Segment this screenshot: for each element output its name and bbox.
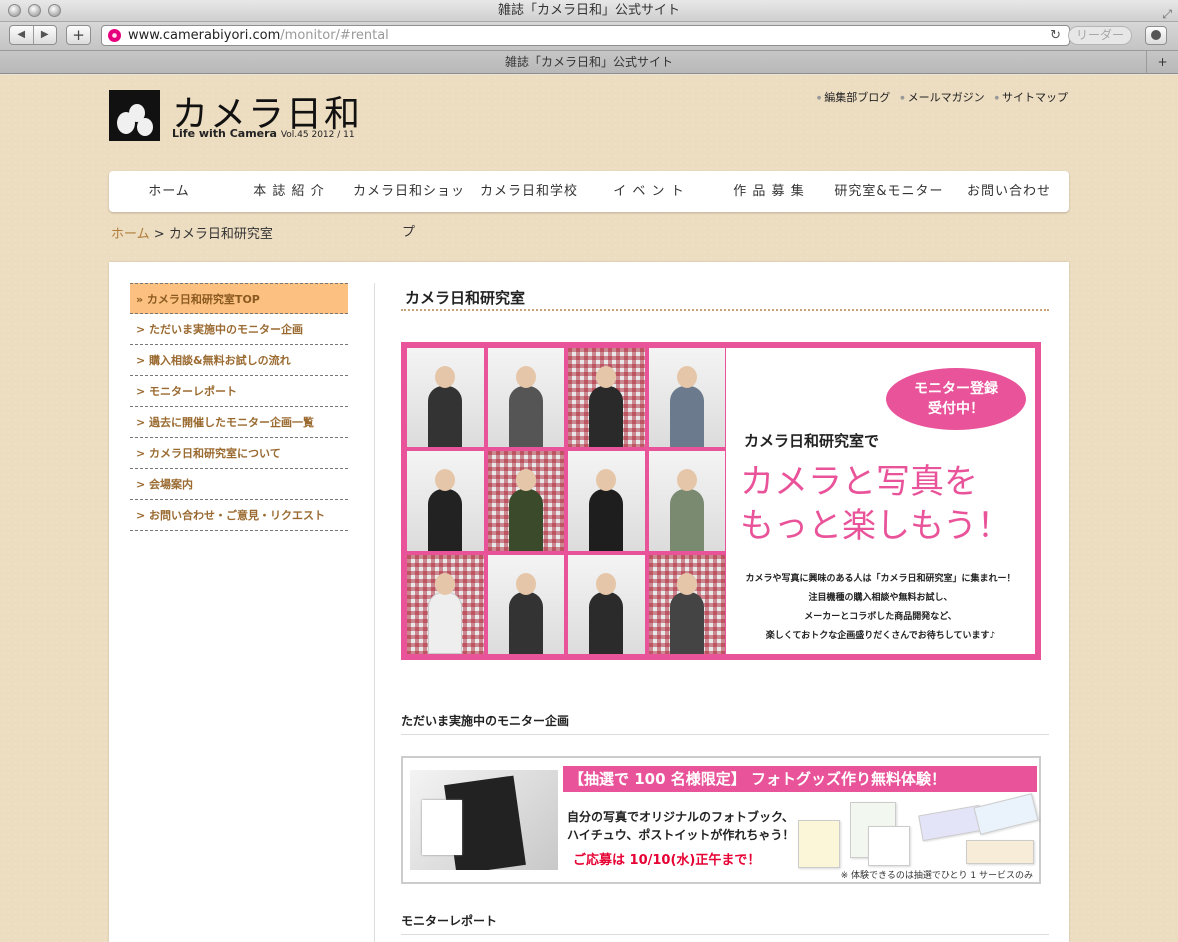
page-title: カメラ日和研究室: [405, 289, 526, 307]
back-button[interactable]: ◀: [10, 26, 34, 44]
monitor-campaign-banner[interactable]: 【抽選で 100 名様限定】 フォトグッズ作り無料体験！ 自分の写真でオリジナル…: [401, 756, 1041, 884]
breadcrumb-separator: >: [153, 227, 165, 242]
photo-tile: [648, 451, 725, 551]
photo-tile: [407, 451, 484, 551]
nav-event[interactable]: イ ベ ン ト: [589, 171, 709, 212]
breadcrumb-home[interactable]: ホーム: [111, 227, 150, 242]
photo-tile: [648, 554, 725, 654]
nav-shop[interactable]: カメラ日和ショップ: [349, 171, 469, 240]
section-title-monitor-report: モニターレポート: [401, 914, 498, 928]
site-favicon-icon: [108, 29, 121, 42]
monitor-registration-badge: モニター登録 受付中！: [886, 368, 1026, 430]
reload-icon[interactable]: ↻: [1050, 26, 1061, 45]
banner-note: ※ 体験できるのは抽選でひとり 1 サービスのみ: [840, 871, 1033, 881]
side-item-venue[interactable]: > 会場案内: [130, 469, 348, 500]
nav-home[interactable]: ホーム: [109, 171, 229, 212]
photo-tile: [568, 348, 645, 448]
address-bar[interactable]: www.camerabiyori.com/monitor/#rental ↻: [101, 25, 1070, 46]
url-host: www.camerabiyori.com: [128, 28, 281, 43]
side-item-current-monitor[interactable]: > ただいま実施中のモニター企画: [130, 314, 348, 345]
photo-grid: [407, 348, 725, 654]
close-window-button[interactable]: [8, 4, 21, 17]
hero-headline: カメラと写真を もっと楽しもう！: [740, 462, 1011, 546]
top-links: 編集部ブログ メールマガジン サイトマップ: [817, 89, 1068, 105]
top-link-blog[interactable]: 編集部ブログ: [817, 89, 890, 105]
banner-text-line2: ハイチュウ、ポストイットが作れちゃう！: [567, 828, 795, 842]
hero-banner[interactable]: モニター登録 受付中！ カメラ日和研究室で カメラと写真を もっと楽しもう！ カメラ…: [401, 342, 1041, 660]
url-path: /monitor/#rental: [280, 28, 389, 43]
window-title: 雑誌「カメラ日和」公式サイト: [497, 3, 680, 18]
photo-tile: [487, 554, 564, 654]
photo-tile: [407, 554, 484, 654]
photo-tile: [568, 451, 645, 551]
photo-tile: [487, 348, 564, 448]
title-rule: [401, 309, 1049, 311]
photo-tile: [487, 451, 564, 551]
reader-button[interactable]: リーダー: [1068, 26, 1132, 45]
photo-tile: [407, 348, 484, 448]
minimize-window-button[interactable]: [28, 4, 41, 17]
back-forward-buttons: ◀ ▶: [9, 25, 57, 45]
content-panel: » カメラ日和研究室TOP > ただいま実施中のモニター企画 > 購入相談&無料…: [109, 262, 1069, 942]
logo-image[interactable]: [109, 90, 160, 141]
site-logo-subtitle: Life with Camera Vol.45 2012 / 11: [172, 127, 355, 140]
section-rule: [401, 734, 1049, 735]
side-menu: » カメラ日和研究室TOP > ただいま実施中のモニター企画 > 購入相談&無料…: [130, 283, 348, 531]
hero-subtitle: カメラ日和研究室で: [744, 432, 880, 450]
web-page: カメラ日和 Life with Camera Vol.45 2012 / 11 …: [0, 75, 1178, 942]
photo-tile: [648, 348, 725, 448]
side-item-contact[interactable]: > お問い合わせ・ご意見・リクエスト: [130, 500, 348, 531]
column-divider: [374, 283, 375, 942]
section-title-current-monitor: ただいま実施中のモニター企画: [401, 714, 570, 728]
banner-deadline: ご応募は 10/10(水)正午まで！: [573, 853, 761, 868]
top-link-sitemap[interactable]: サイトマップ: [995, 89, 1068, 105]
new-tab-icon[interactable]: +: [1146, 51, 1178, 74]
top-link-mailmagazine[interactable]: メールマガジン: [900, 89, 985, 105]
hero-description: カメラや写真に興味のある人は「カメラ日和研究室」に集まれー！ 注目機種の購入相談…: [745, 574, 1016, 641]
add-bookmark-button[interactable]: +: [66, 25, 91, 45]
nav-lab-monitor[interactable]: 研究室&モニター: [829, 171, 949, 212]
hero-text-panel: モニター登録 受付中！ カメラ日和研究室で カメラと写真を もっと楽しもう！ カメラ…: [726, 348, 1035, 654]
nav-contact[interactable]: お問い合わせ: [949, 171, 1069, 212]
photo-goods-image: [798, 793, 1039, 870]
side-item-about-lab[interactable]: > カメラ日和研究室について: [130, 438, 348, 469]
side-item-monitor-report[interactable]: > モニターレポート: [130, 376, 348, 407]
side-item-purchase-flow[interactable]: > 購入相談&無料お試しの流れ: [130, 345, 348, 376]
photo-tile: [568, 554, 645, 654]
tab-title[interactable]: 雑誌「カメラ日和」公式サイト: [505, 55, 673, 69]
nav-magazine[interactable]: 本 誌 紹 介: [229, 171, 349, 212]
browser-toolbar: ◀ ▶ + www.camerabiyori.com/monitor/#rent…: [0, 22, 1178, 50]
global-nav: ホーム 本 誌 紹 介 カメラ日和ショップ カメラ日和学校 イ ベ ン ト 作 …: [109, 171, 1069, 240]
breadcrumb-current: カメラ日和研究室: [168, 227, 273, 242]
photobook-image: [410, 770, 558, 870]
breadcrumb: ホーム > カメラ日和研究室: [111, 223, 273, 242]
banner-text-line1: 自分の写真でオリジナルのフォトブック、: [567, 810, 794, 824]
nav-school[interactable]: カメラ日和学校: [469, 171, 589, 212]
side-item-past-monitors[interactable]: > 過去に開催したモニター企画一覧: [130, 407, 348, 438]
zoom-window-button[interactable]: [48, 4, 61, 17]
banner-headline: 【抽選で 100 名様限定】 フォトグッズ作り無料体験！: [563, 766, 1037, 792]
side-item-lab-top[interactable]: » カメラ日和研究室TOP: [130, 283, 348, 314]
window-titlebar: 雑誌「カメラ日和」公式サイト ⤢: [0, 0, 1178, 22]
forward-button[interactable]: ▶: [34, 26, 57, 44]
tab-bar: 雑誌「カメラ日和」公式サイト +: [0, 50, 1178, 74]
nav-works[interactable]: 作 品 募 集: [709, 171, 829, 212]
downloads-button[interactable]: [1145, 26, 1167, 45]
section-rule: [401, 934, 1049, 935]
